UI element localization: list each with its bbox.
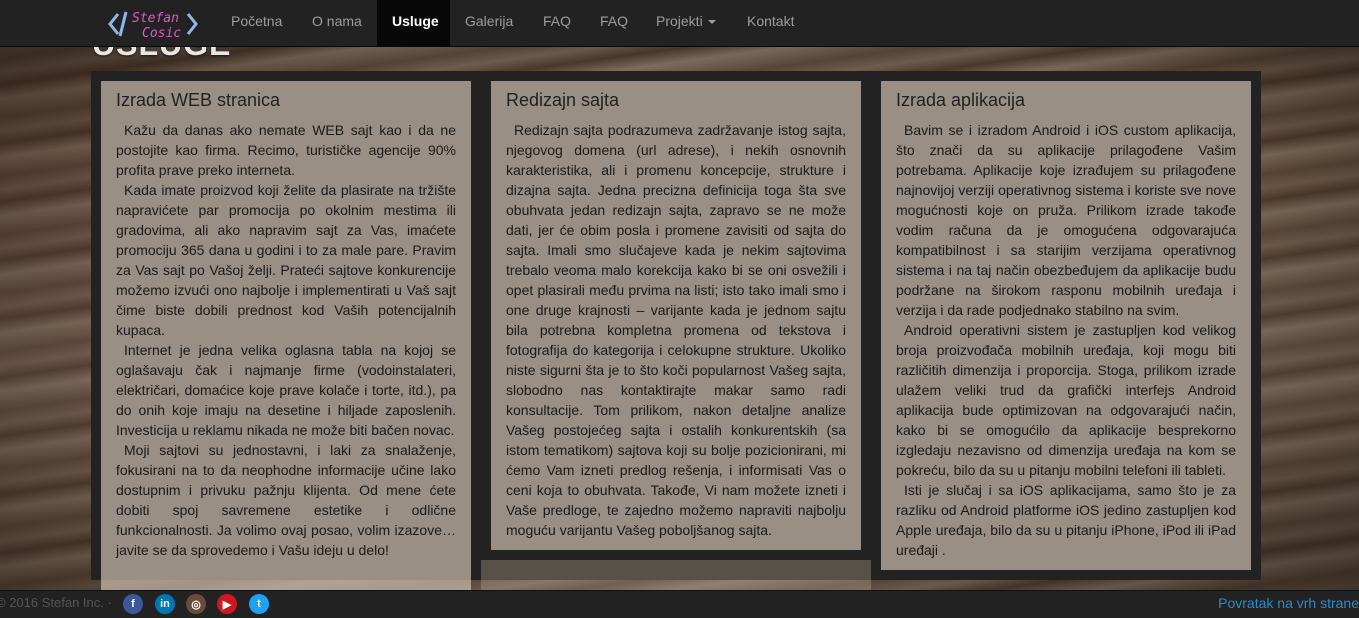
brand-line2: Cosic: [142, 26, 181, 41]
card-title: Izrada WEB stranica: [116, 90, 281, 110]
footer: © 2016 Stefan Inc. · f in ◎ ▶ t Povratak…: [0, 590, 1359, 618]
linkedin-icon[interactable]: in: [155, 594, 175, 614]
card-paragraph: Bavim se i izradom Android i iOS custom …: [896, 122, 1236, 318]
card-paragraph: Redizajn sajta podrazumeva zadržavanje i…: [506, 122, 846, 538]
nav-item-pocetna[interactable]: Početna: [216, 0, 297, 46]
card-title: Redizajn sajta: [506, 90, 620, 110]
service-card-web: Izrada WEB stranica Kažu da danas ako ne…: [101, 81, 471, 593]
footer-copyright: © 2016 Stefan Inc. ·: [0, 595, 112, 610]
youtube-icon[interactable]: ▶: [217, 594, 237, 614]
service-card-apps: Izrada aplikacija Bavim se i izradom And…: [881, 81, 1251, 570]
brand-logo-graphic: Stefan Cosic: [108, 11, 198, 41]
caret-down-icon: [707, 20, 716, 25]
nav-item-faq-2[interactable]: FAQ: [585, 0, 643, 46]
service-card-redesign: Redizajn sajta Redizajn sajta podrazumev…: [491, 81, 861, 550]
card-paragraph: Internet je jedna velika oglasna tabla n…: [116, 342, 456, 438]
brand-logo[interactable]: Stefan Cosic: [106, 6, 200, 42]
card-paragraph: Kada imate proizvod koji želite da plasi…: [116, 182, 456, 338]
nav-item-projekti-label: Projekti: [656, 13, 703, 29]
card-paragraph: Moji sajtovi su jednostavni, i laki za s…: [116, 442, 456, 558]
nav-item-galerija[interactable]: Galerija: [450, 0, 528, 46]
card-title: Izrada aplikacija: [896, 90, 1026, 110]
nav-item-usluge[interactable]: Usluge: [377, 0, 450, 46]
card-paragraph: Kažu da danas ako nemate WEB sajt kao i …: [116, 122, 456, 178]
back-to-top-link[interactable]: Povratak na vrh strane: [1218, 595, 1359, 611]
nav-item-projekti[interactable]: Projekti: [641, 0, 731, 46]
brand-line1: Stefan: [132, 11, 179, 26]
instagram-icon[interactable]: ◎: [186, 594, 206, 614]
nav-item-o-nama[interactable]: O nama: [297, 0, 377, 46]
card-paragraph: Android operativni sistem je zastupljen …: [896, 322, 1236, 478]
card-paragraph: Isti je slučaj i sa iOS aplikacijama, sa…: [896, 482, 1236, 558]
facebook-icon[interactable]: f: [123, 594, 143, 614]
nav-item-kontakt[interactable]: Kontakt: [732, 0, 809, 46]
twitter-icon[interactable]: t: [249, 594, 269, 614]
top-navbar: Stefan Cosic Početna O nama Usluge Galer…: [0, 0, 1359, 47]
nav-item-faq-1[interactable]: FAQ: [528, 0, 586, 46]
